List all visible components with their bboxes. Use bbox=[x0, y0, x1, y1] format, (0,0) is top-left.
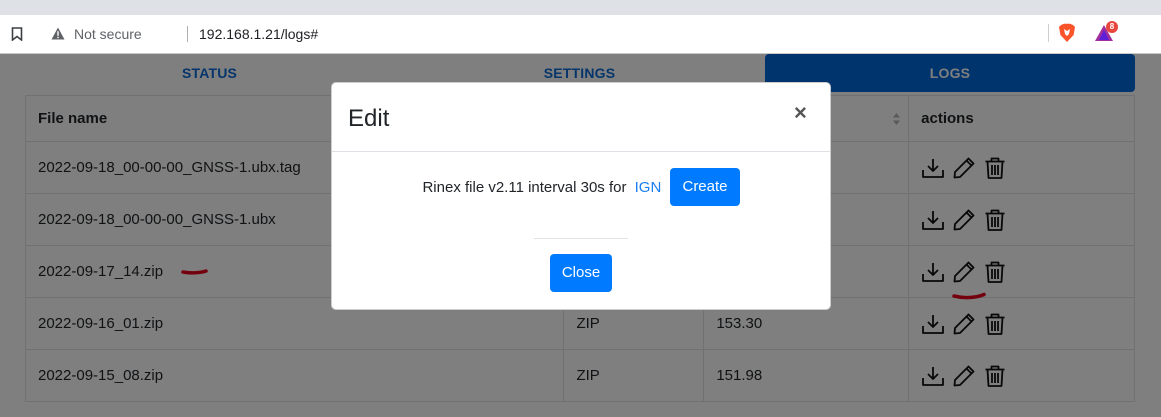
url-text[interactable]: 192.168.1.21/logs# bbox=[199, 26, 318, 42]
modal-title: Edit bbox=[348, 105, 390, 132]
browser-tab-strip bbox=[0, 0, 1161, 15]
browser-toolbar: Not secure 192.168.1.21/logs# 8 bbox=[0, 15, 1161, 54]
close-button[interactable]: Close bbox=[549, 254, 613, 292]
brave-lion-icon[interactable] bbox=[1058, 23, 1076, 43]
bookmark-icon[interactable] bbox=[11, 27, 23, 41]
modal-body: Rinex file v2.11 interval 30s for IGN Cr… bbox=[332, 152, 830, 248]
rinex-row: Rinex file v2.11 interval 30s for IGN Cr… bbox=[332, 168, 830, 206]
security-label[interactable]: Not secure bbox=[74, 26, 142, 42]
modal-header: Edit × bbox=[332, 83, 830, 152]
rewards-badge: 8 bbox=[1106, 21, 1118, 33]
edit-modal: Edit × Rinex file v2.11 interval 30s for… bbox=[331, 82, 831, 310]
warning-icon[interactable] bbox=[51, 27, 65, 40]
create-button[interactable]: Create bbox=[670, 168, 740, 206]
ign-link[interactable]: IGN bbox=[635, 179, 662, 196]
modal-footer: Close bbox=[332, 254, 830, 292]
divider bbox=[534, 238, 628, 239]
toolbar-divider bbox=[1048, 24, 1049, 42]
rinex-description: Rinex file v2.11 interval 30s for bbox=[422, 178, 627, 196]
address-bar[interactable]: Not secure 192.168.1.21/logs# bbox=[40, 20, 1046, 48]
url-separator bbox=[187, 26, 188, 42]
close-icon[interactable]: × bbox=[794, 99, 807, 127]
